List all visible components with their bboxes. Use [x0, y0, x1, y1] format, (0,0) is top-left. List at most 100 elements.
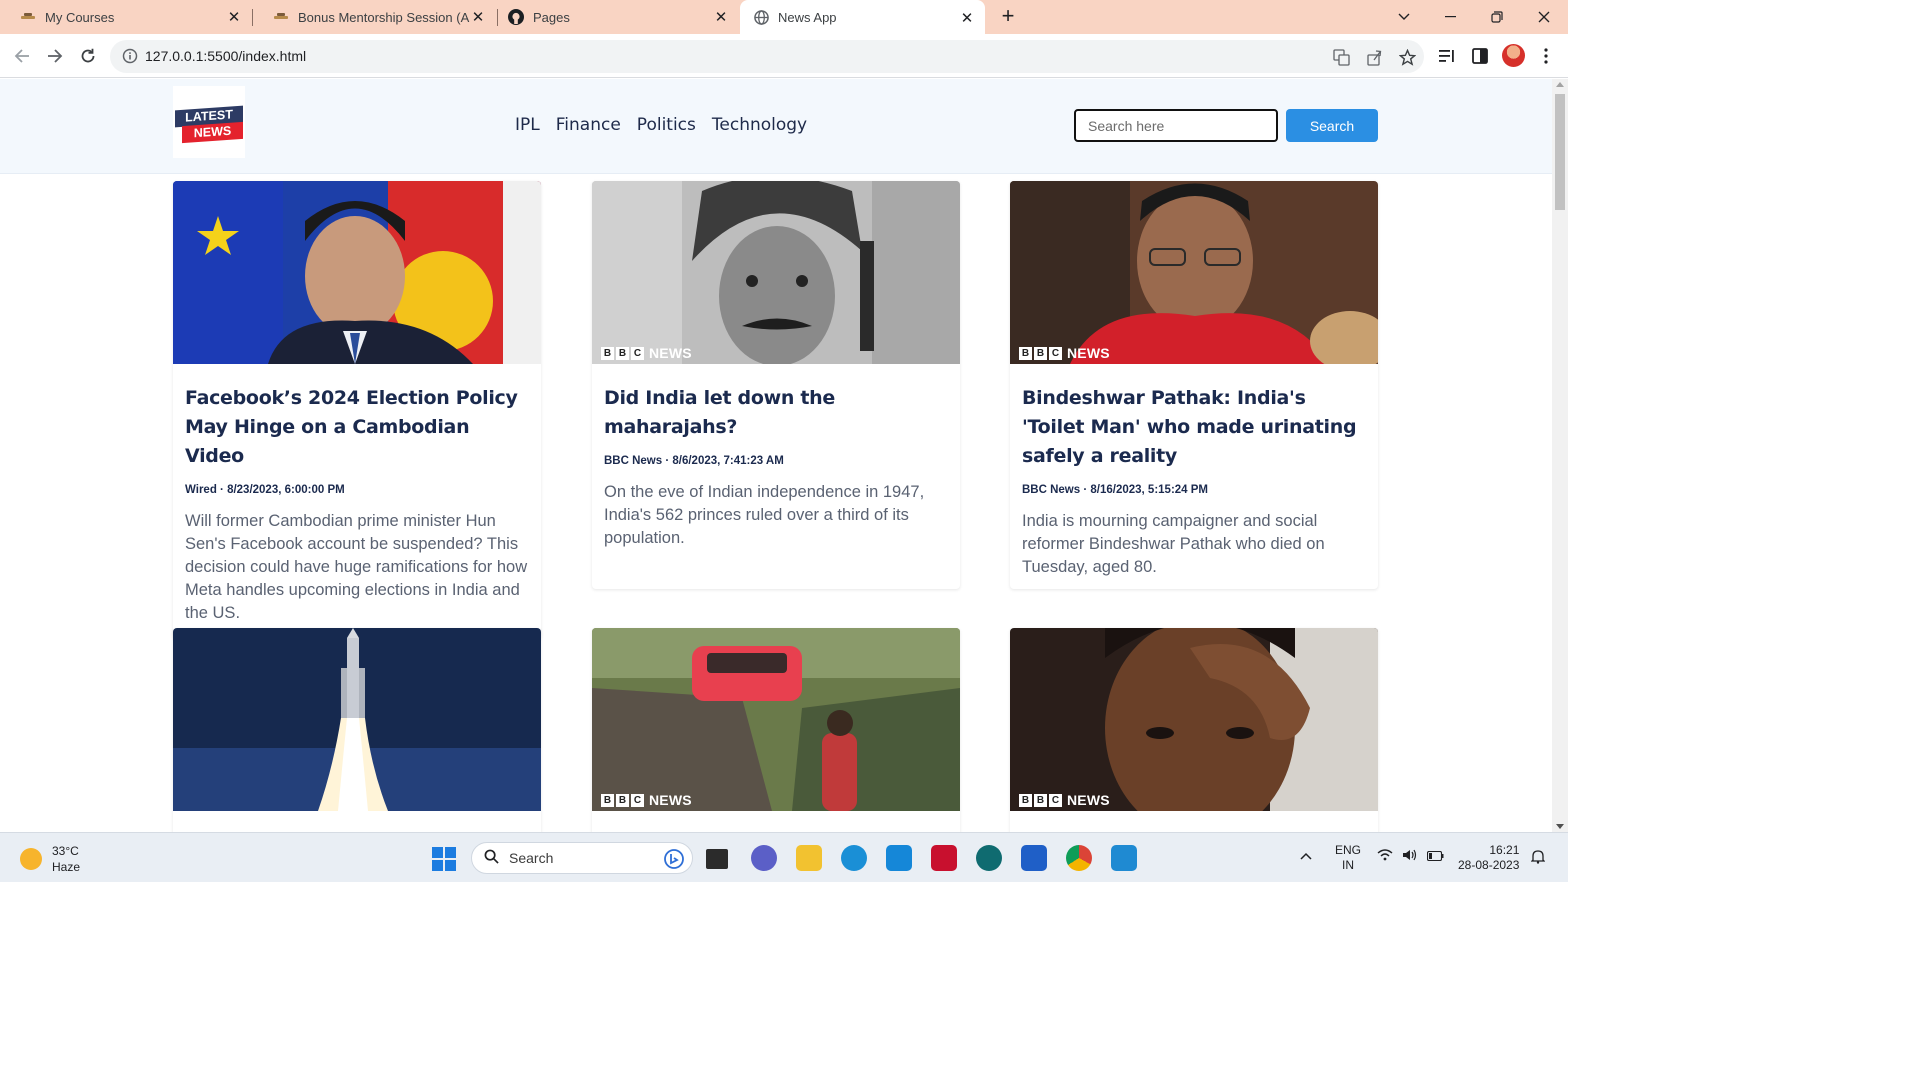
github-icon — [508, 9, 524, 25]
nav-link-finance[interactable]: Finance — [556, 115, 621, 135]
edge-icon[interactable] — [841, 845, 867, 871]
site-info-icon[interactable] — [122, 48, 138, 64]
wifi-icon[interactable] — [1377, 849, 1393, 865]
article-description: India is mourning campaigner and social … — [1022, 512, 1325, 576]
file-explorer-icon[interactable] — [796, 845, 822, 871]
reload-icon[interactable] — [74, 42, 102, 70]
clock-time: 16:21 — [1489, 843, 1520, 857]
restore-icon[interactable] — [1474, 0, 1520, 34]
side-panel-icon[interactable] — [1470, 46, 1490, 66]
nav-link-ipl[interactable]: IPL — [515, 115, 540, 135]
article-meta: Wired · 8/23/2023, 6:00:00 PM — [185, 484, 345, 496]
haze-weather-icon — [20, 848, 42, 870]
course-favicon-icon — [20, 9, 36, 25]
store-icon[interactable] — [1021, 845, 1047, 871]
logo-line-2: NEWS — [182, 121, 243, 144]
volume-icon[interactable] — [1402, 849, 1418, 865]
tab-bonus-mentorship[interactable]: Bonus Mentorship Session (Ama… ✕ — [253, 0, 496, 34]
article-meta: BBC News · 8/16/2023, 5:15:24 PM — [1022, 484, 1209, 496]
scroll-down-arrow-icon[interactable] — [1556, 824, 1564, 829]
site-navbar: LATEST NEWS IPL Finance Politics Technol… — [0, 79, 1552, 174]
latest-news-logo[interactable]: LATEST NEWS — [173, 86, 245, 158]
news-card[interactable]: B B C NEWS Did India let down the maharajah… — [592, 181, 960, 589]
news-card[interactable]: B B C NEWS — [1010, 628, 1378, 832]
bbc-news-badge: B B C NEWS — [1019, 345, 1110, 361]
new-tab-button[interactable]: + — [997, 5, 1019, 27]
bbc-news-badge: B B C NEWS — [601, 345, 692, 361]
nav-link-technology[interactable]: Technology — [712, 115, 807, 135]
news-image-cambodia — [173, 181, 541, 364]
news-image-maharaja: B B C NEWS — [592, 181, 960, 364]
clock-date: 28-08-2023 — [1458, 858, 1520, 872]
close-icon[interactable]: ✕ — [713, 8, 729, 26]
search-icon — [484, 849, 499, 868]
mcafee-icon[interactable] — [931, 845, 957, 871]
close-window-icon[interactable] — [1521, 0, 1567, 34]
notification-bell-icon[interactable] — [1530, 849, 1546, 868]
weather-widget[interactable]: 33°C Haze — [20, 843, 80, 875]
task-view-icon[interactable] — [706, 849, 728, 869]
battery-icon[interactable] — [1426, 850, 1444, 865]
show-hidden-icons-chevron-icon[interactable] — [1300, 849, 1312, 864]
article-description: On the eve of Indian independence in 194… — [604, 483, 925, 547]
article-description: Will former Cambodian prime minister Hun… — [185, 512, 528, 622]
tab-my-courses[interactable]: My Courses ✕ — [0, 0, 252, 34]
article-meta: BBC News · 8/6/2023, 7:41:23 AM — [604, 455, 784, 467]
share-icon[interactable] — [1365, 48, 1383, 66]
profile-avatar[interactable] — [1502, 44, 1525, 67]
tab-title: My Courses — [45, 9, 115, 25]
url-text: 127.0.0.1:5500/index.html — [145, 48, 307, 64]
search-input[interactable] — [1074, 109, 1278, 142]
article-title[interactable]: Facebook’s 2024 Election Policy May Hing… — [185, 384, 529, 471]
category-nav: IPL Finance Politics Technology — [515, 115, 807, 135]
taskbar-search[interactable]: Search — [471, 842, 693, 874]
l-app-icon[interactable] — [886, 845, 912, 871]
scroll-up-arrow-icon[interactable] — [1556, 82, 1564, 87]
news-card[interactable]: B B C NEWS Bindeshwar Pathak: India's 'Toil… — [1010, 181, 1378, 589]
nav-link-politics[interactable]: Politics — [637, 115, 696, 135]
news-image-chess-player: B B C NEWS — [1010, 628, 1378, 811]
taskbar-search-label: Search — [509, 850, 554, 866]
weather-condition: Haze — [52, 860, 81, 874]
article-title[interactable]: Bindeshwar Pathak: India's 'Toilet Man' … — [1022, 384, 1366, 471]
close-icon[interactable]: ✕ — [959, 9, 975, 27]
reading-list-icon[interactable] — [1437, 46, 1457, 66]
close-icon[interactable]: ✕ — [226, 8, 242, 26]
translate-icon[interactable] — [1332, 48, 1350, 66]
browser-tab-strip: My Courses ✕ Bonus Mentorship Session (A… — [0, 0, 1568, 35]
page-viewport: LATEST NEWS IPL Finance Politics Technol… — [0, 79, 1552, 832]
bbc-news-badge: B B C NEWS — [601, 792, 692, 808]
page-scrollbar[interactable] — [1552, 79, 1568, 832]
language-indicator[interactable]: ENG IN — [1335, 843, 1361, 873]
more-menu-icon[interactable] — [1536, 46, 1556, 66]
news-card[interactable]: Facebook’s 2024 Election Policy May Hing… — [173, 181, 541, 639]
close-icon[interactable]: ✕ — [470, 8, 486, 26]
address-bar[interactable]: 127.0.0.1:5500/index.html — [110, 40, 1424, 73]
minimize-icon[interactable] — [1427, 0, 1473, 34]
tab-title: Bonus Mentorship Session (Ama… — [298, 9, 470, 25]
tab-pages[interactable]: Pages ✕ — [498, 0, 739, 34]
tab-search-icon[interactable] — [1381, 0, 1427, 34]
tab-title: Pages — [533, 9, 570, 25]
back-arrow-icon[interactable] — [8, 42, 36, 70]
bookmark-star-icon[interactable] — [1398, 48, 1416, 66]
news-card[interactable]: B B C NEWS — [592, 628, 960, 832]
forward-arrow-icon[interactable] — [41, 42, 69, 70]
windows-start-icon[interactable] — [432, 847, 456, 871]
news-image-pathak: B B C NEWS — [1010, 181, 1378, 364]
circle-app-icon[interactable] — [976, 845, 1002, 871]
scrollbar-thumb[interactable] — [1555, 94, 1565, 210]
tab-news-app[interactable]: News App ✕ — [740, 0, 985, 35]
news-image-car-cliff: B B C NEWS — [592, 628, 960, 811]
chat-icon[interactable] — [751, 845, 777, 871]
bing-icon[interactable] — [664, 849, 684, 872]
search-button[interactable]: Search — [1286, 109, 1378, 142]
vscode-icon[interactable] — [1111, 845, 1137, 871]
globe-icon — [753, 10, 769, 26]
browser-toolbar: 127.0.0.1:5500/index.html — [0, 34, 1568, 78]
news-card[interactable] — [173, 628, 541, 832]
tab-title: News App — [778, 10, 837, 25]
chrome-icon[interactable] — [1066, 845, 1092, 871]
system-clock[interactable]: 16:21 28-08-2023 — [1458, 843, 1519, 873]
article-title[interactable]: Did India let down the maharajahs? — [604, 384, 948, 442]
